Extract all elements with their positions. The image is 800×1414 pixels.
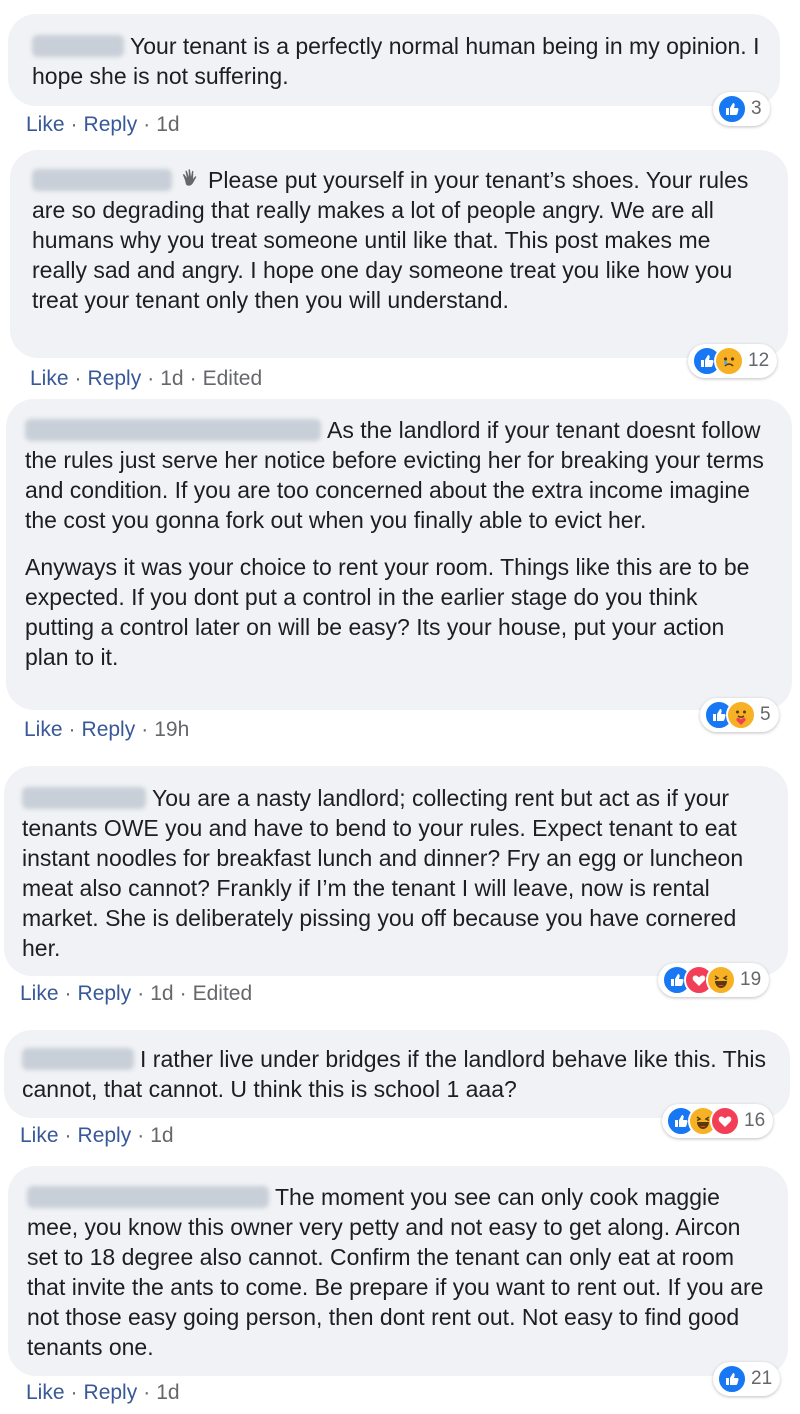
like-link[interactable]: Like [20, 982, 59, 1005]
comment-text: Anyways it was your choice to rent your … [25, 554, 750, 670]
comment-bubble: Please put yourself in your tenant’s sho… [10, 150, 788, 358]
like-icon [717, 94, 747, 124]
comment-text: You are a nasty landlord; collecting ren… [22, 785, 744, 961]
reply-link[interactable]: Reply [82, 718, 136, 741]
reaction-count: 5 [760, 704, 771, 725]
reaction-count: 19 [740, 969, 762, 990]
comment-bubble: As the landlord if your tenant doesnt fo… [6, 399, 792, 710]
sad-icon [714, 346, 744, 376]
like-link[interactable]: Like [26, 1381, 65, 1404]
comment-text: Your tenant is a perfectly normal human … [32, 33, 760, 89]
comment-actions: Like · Reply · 1d [26, 1381, 180, 1404]
reaction-summary[interactable]: 3 [713, 92, 770, 126]
author-name[interactable] [25, 419, 321, 441]
comment-bubble: The moment you see can only cook maggie … [8, 1166, 788, 1376]
comment-time: 1d [156, 113, 180, 136]
edited-label: Edited [192, 982, 253, 1005]
comment-time: 1d [150, 1124, 174, 1147]
reaction-count: 3 [751, 98, 762, 119]
reaction-count: 12 [748, 350, 770, 371]
comment-actions: Like · Reply · 1d · Edited [30, 367, 263, 390]
edited-label: Edited [202, 367, 263, 390]
author-name[interactable] [22, 787, 146, 809]
reply-link[interactable]: Reply [84, 113, 138, 136]
reaction-summary[interactable]: 12 [688, 344, 778, 378]
comment-actions: Like · Reply · 1d · Edited [20, 982, 253, 1005]
reaction-summary[interactable]: 21 [713, 1362, 781, 1396]
waving-hand-icon [178, 167, 202, 191]
reply-link[interactable]: Reply [78, 982, 132, 1005]
author-name[interactable] [22, 1048, 134, 1070]
like-icon [717, 1364, 747, 1394]
author-name[interactable] [32, 169, 172, 191]
love-icon [710, 1106, 740, 1136]
like-link[interactable]: Like [20, 1124, 59, 1147]
comment-time: 1d [156, 1381, 180, 1404]
comment-time: 1d [160, 367, 184, 390]
care-icon [726, 700, 756, 730]
comment-actions: Like · Reply · 19h [24, 718, 190, 741]
reply-link[interactable]: Reply [78, 1124, 132, 1147]
reaction-count: 21 [751, 1368, 773, 1389]
reply-link[interactable]: Reply [88, 367, 142, 390]
haha-icon [706, 965, 736, 995]
like-link[interactable]: Like [26, 113, 65, 136]
like-link[interactable]: Like [30, 367, 69, 390]
comment-bubble: You are a nasty landlord; collecting ren… [4, 766, 788, 976]
comment-text: The moment you see can only cook maggie … [27, 1184, 764, 1360]
author-name[interactable] [27, 1186, 269, 1208]
comment-bubble: Your tenant is a perfectly normal human … [8, 14, 780, 106]
reaction-summary[interactable]: 16 [662, 1104, 774, 1138]
author-name[interactable] [32, 35, 124, 57]
reaction-summary[interactable]: 5 [700, 698, 779, 732]
comment-time: 1d [150, 982, 174, 1005]
comment-actions: Like · Reply · 1d [20, 1124, 174, 1147]
comment-time: 19h [154, 718, 190, 741]
reply-link[interactable]: Reply [84, 1381, 138, 1404]
reaction-count: 16 [744, 1110, 766, 1131]
comment-actions: Like · Reply · 1d [26, 113, 180, 136]
reaction-summary[interactable]: 19 [658, 963, 770, 997]
like-link[interactable]: Like [24, 718, 63, 741]
